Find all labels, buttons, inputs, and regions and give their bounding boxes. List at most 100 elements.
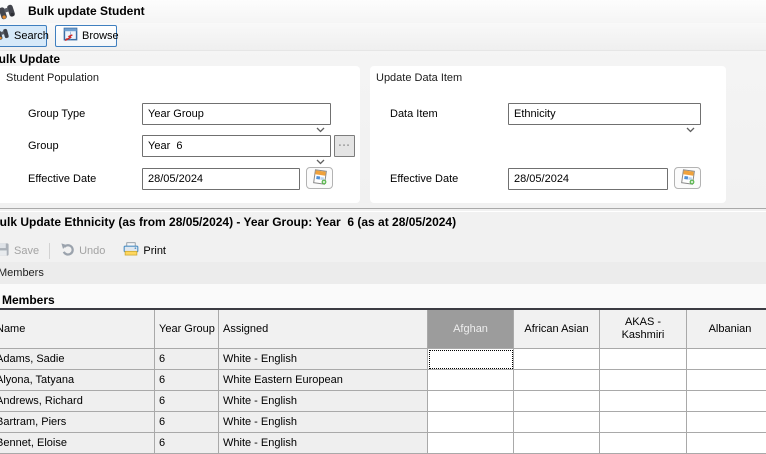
group-dropdown[interactable]: Year 6 <box>142 135 331 157</box>
page-title: Bulk update Student <box>28 4 145 18</box>
calendar-icon <box>312 169 328 188</box>
ethnicity-cell-akas-kashmiri[interactable] <box>600 349 687 370</box>
group-type-dropdown[interactable]: Year Group <box>142 103 331 125</box>
year-group-cell: 6 <box>155 349 219 370</box>
ethnicity-cell-african-asian[interactable] <box>514 433 600 454</box>
detail-toolbar: Save Undo Print <box>0 239 766 262</box>
assigned-cell: White Eastern European <box>219 370 428 391</box>
column-header-year-group[interactable]: Year Group <box>155 310 219 349</box>
column-header-akas-kashmiri[interactable]: AKAS - Kashmiri <box>600 310 687 349</box>
printer-icon <box>123 242 139 259</box>
group-type-label: Group Type <box>28 108 85 120</box>
search-button[interactable]: Search <box>0 25 47 47</box>
group-value: Year 6 <box>148 140 182 152</box>
year-group-cell: 6 <box>155 391 219 412</box>
toolbar-separator <box>49 243 50 259</box>
floppy-disk-icon <box>0 242 10 260</box>
members-section-title: Members <box>2 293 55 307</box>
bulk-update-section-title: Bulk Update <box>0 52 60 66</box>
year-group-cell: 6 <box>155 412 219 433</box>
ethnicity-cell-african-asian[interactable] <box>514 370 600 391</box>
ethnicity-cell-african-asian[interactable] <box>514 349 600 370</box>
assigned-cell: White - English <box>219 391 428 412</box>
members-table: NameYear GroupAssignedAfghanAfrican Asia… <box>0 310 766 454</box>
effective-date-label: Effective Date <box>390 173 458 185</box>
ethnicity-cell-afghan[interactable] <box>428 391 514 412</box>
year-group-cell: 6 <box>155 433 219 454</box>
table-row: Adams, Sadie6White - English <box>0 349 766 370</box>
name-cell: Andrews, Richard <box>0 391 155 412</box>
data-item-dropdown[interactable]: Ethnicity <box>508 103 701 125</box>
table-row: Andrews, Richard6White - English <box>0 391 766 412</box>
table-row: Bartram, Piers6White - English <box>0 412 766 433</box>
student-population-title: Student Population <box>6 72 99 84</box>
undo-arrow-icon <box>60 242 75 259</box>
assigned-cell: White - English <box>219 349 428 370</box>
search-button-label: Search <box>14 30 49 42</box>
spacer <box>0 284 766 310</box>
student-population-panel: Student Population Group Type Year Group… <box>0 66 360 203</box>
undo-button-label: Undo <box>79 245 105 257</box>
ethnicity-cell-akas-kashmiri[interactable] <box>600 391 687 412</box>
ethnicity-cell-african-asian[interactable] <box>514 391 600 412</box>
save-button-label: Save <box>14 245 39 257</box>
ethnicity-cell-albanian[interactable] <box>687 412 766 433</box>
column-header-albanian[interactable]: Albanian <box>687 310 766 349</box>
members-link[interactable]: Members <box>0 267 44 279</box>
ethnicity-cell-african-asian[interactable] <box>514 412 600 433</box>
name-cell: Adams, Sadie <box>0 349 155 370</box>
ethnicity-cell-akas-kashmiri[interactable] <box>600 412 687 433</box>
data-item-label: Data Item <box>390 108 438 120</box>
table-row: Alyona, Tatyana6White Eastern European <box>0 370 766 391</box>
date-picker-button[interactable] <box>306 167 333 189</box>
name-cell: Alyona, Tatyana <box>0 370 155 391</box>
links-panel: Members <box>0 262 766 284</box>
column-header-assigned[interactable]: Assigned <box>219 310 428 349</box>
print-button[interactable]: Print <box>119 240 170 262</box>
main-toolbar: Search Browse <box>0 23 766 51</box>
detail-section-title: Bulk Update Ethnicity (as from 28/05/202… <box>0 215 456 229</box>
assigned-cell: White - English <box>219 433 428 454</box>
column-header-afghan[interactable]: Afghan <box>428 310 514 349</box>
effective-date-value: 28/05/2024 <box>514 173 569 185</box>
table-header-row: NameYear GroupAssignedAfghanAfrican Asia… <box>0 310 766 349</box>
chevron-down-icon <box>662 112 695 148</box>
name-cell: Bartram, Piers <box>0 412 155 433</box>
print-button-label: Print <box>143 245 166 257</box>
effective-date-value: 28/05/2024 <box>148 173 203 185</box>
calendar-icon <box>680 169 696 188</box>
ethnicity-cell-albanian[interactable] <box>687 391 766 412</box>
year-group-cell: 6 <box>155 370 219 391</box>
window-title-bar: Bulk update Student <box>0 0 766 23</box>
date-picker-button[interactable] <box>674 167 701 189</box>
ethnicity-cell-afghan-focused[interactable] <box>428 349 514 370</box>
ethnicity-cell-afghan[interactable] <box>428 412 514 433</box>
ethnicity-cell-afghan[interactable] <box>428 370 514 391</box>
ethnicity-cell-akas-kashmiri[interactable] <box>600 433 687 454</box>
browse-button[interactable]: Browse <box>55 25 117 47</box>
ethnicity-cell-afghan[interactable] <box>428 433 514 454</box>
table-row: Bennet, Eloise6White - English <box>0 433 766 454</box>
save-button[interactable]: Save <box>0 240 43 262</box>
section-divider <box>0 208 766 212</box>
ethnicity-cell-akas-kashmiri[interactable] <box>600 370 687 391</box>
assigned-cell: White - English <box>219 412 428 433</box>
update-data-item-title: Update Data Item <box>376 72 462 84</box>
name-cell: Bennet, Eloise <box>0 433 155 454</box>
ethnicity-cell-albanian[interactable] <box>687 433 766 454</box>
group-type-value: Year Group <box>148 108 204 120</box>
ethnicity-cell-albanian[interactable] <box>687 349 766 370</box>
effective-date-input[interactable]: 28/05/2024 <box>508 168 668 190</box>
update-data-item-panel: Update Data Item Data Item Ethnicity Eff… <box>370 66 726 203</box>
undo-button[interactable]: Undo <box>56 240 109 262</box>
binoculars-icon <box>0 28 10 45</box>
group-lookup-button[interactable]: ... <box>334 135 355 157</box>
bulk-update-student-window: Bulk update Student Search <box>0 0 766 454</box>
effective-date-input[interactable]: 28/05/2024 <box>142 168 300 190</box>
ethnicity-cell-albanian[interactable] <box>687 370 766 391</box>
effective-date-label: Effective Date <box>28 173 96 185</box>
column-header-african-asian[interactable]: African Asian <box>514 310 600 349</box>
column-header-name[interactable]: Name <box>0 310 155 349</box>
data-item-value: Ethnicity <box>514 108 556 120</box>
browse-button-label: Browse <box>82 30 119 42</box>
